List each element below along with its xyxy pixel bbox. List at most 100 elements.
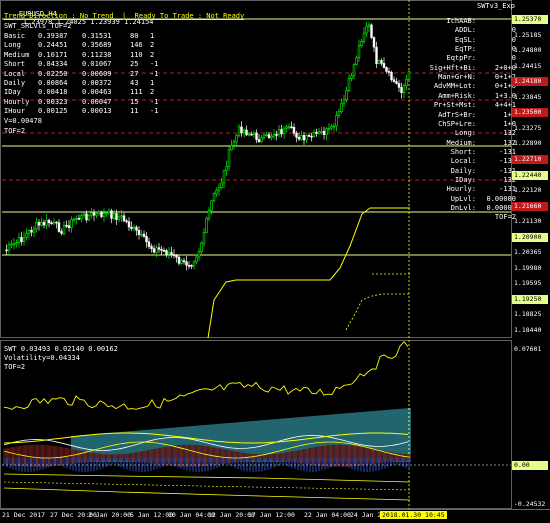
stats-cell-c: 111 — [130, 88, 143, 97]
panel-value: -131 — [499, 157, 516, 166]
candle-body — [257, 139, 261, 142]
price-label: 1.22440 — [512, 170, 548, 180]
candle-body — [235, 134, 238, 143]
stats-cell-b: 0.35689 — [82, 41, 112, 50]
price-label: 1.23500 — [512, 108, 548, 118]
stats-cell-d: -1 — [150, 69, 159, 78]
stats-cell-a: 0.00864 — [38, 79, 68, 87]
candle-body — [227, 149, 231, 168]
candle-body — [240, 126, 243, 134]
candle-body — [340, 102, 343, 113]
stats-cell-d: -1 — [150, 60, 159, 69]
panel-label — [400, 213, 476, 222]
candle-body — [285, 126, 288, 129]
candle-body — [165, 250, 168, 255]
panel-value: 1+0 — [503, 110, 516, 119]
candle-body — [105, 212, 108, 215]
time-label: 5 Jan 12:00 — [130, 511, 174, 519]
candle-body — [197, 251, 201, 258]
candle-body — [300, 135, 303, 140]
panel-value: 0.00000 — [486, 204, 516, 212]
candle-body — [325, 128, 328, 135]
volatility-label: Volatility=0.04334 — [4, 354, 80, 362]
candle-body — [200, 242, 203, 253]
candle-body — [210, 200, 213, 211]
panel-value: 0 — [511, 54, 516, 63]
indicator-title: SWT_SRLvls_TOF=2 — [4, 22, 72, 30]
candle-body — [162, 250, 166, 252]
stats-cell-d: 2 — [150, 88, 155, 97]
candle-body — [367, 24, 371, 27]
candle-body — [22, 236, 26, 243]
candle-body — [42, 222, 46, 226]
stats-cell-b: 0.11238 — [82, 50, 112, 59]
price-label: 1.19250 — [512, 294, 548, 304]
time-label: 21 Dec 2017 — [2, 511, 46, 519]
candle-body — [282, 127, 286, 135]
stats-cell-c: 43 — [130, 79, 139, 87]
candle-body — [190, 265, 193, 267]
candle-body — [305, 135, 308, 141]
stats-cell-c: 11 — [130, 107, 139, 116]
candle-body — [262, 134, 266, 139]
candle-body — [260, 137, 263, 142]
candle-body — [362, 32, 366, 42]
stats-cell-c: 25 — [130, 60, 139, 69]
candle-body — [347, 78, 351, 91]
candle-body — [330, 125, 333, 129]
candle-body — [160, 248, 163, 251]
candle-body — [147, 241, 151, 247]
candle-body — [100, 211, 103, 217]
candle-body — [355, 57, 358, 65]
stats-cell-b: 0.00609 — [82, 69, 112, 78]
indicator-line — [207, 207, 410, 339]
candle-body — [252, 132, 256, 135]
candle-body — [220, 182, 223, 188]
panel-label: ChSP+Lre: — [438, 119, 476, 128]
subwindow-axis-label: -0.24532 — [514, 500, 546, 508]
stats-cell-label: Basic — [4, 32, 26, 40]
panel-value: 4+4+1 — [494, 101, 516, 110]
price-label: 1.22710 — [512, 154, 548, 164]
candle-body — [247, 133, 251, 136]
price-label: 1.23845 — [514, 92, 542, 101]
candle-body — [290, 126, 293, 129]
candle-body — [182, 260, 186, 263]
stats-cell-d: 2 — [150, 41, 155, 50]
candle-body — [215, 189, 218, 195]
candle-body — [372, 37, 376, 48]
price-label: 1.21660 — [512, 201, 548, 211]
stats-cell-b: 0.31531 — [82, 32, 112, 40]
candle-body — [382, 63, 386, 68]
price-label: 1.19980 — [514, 263, 542, 272]
subwindow-axis-label: 0.00 — [512, 461, 548, 470]
panel-label: EqtpPr: — [446, 54, 476, 63]
candle-body — [307, 135, 311, 137]
panel-value: -131 — [499, 185, 516, 194]
panel-label: EqTP: — [454, 45, 476, 54]
panel-value: 0+1+2 — [494, 73, 516, 82]
candle-body — [87, 214, 91, 221]
candle-body — [385, 67, 388, 72]
candle-body — [75, 218, 78, 220]
stats-cell-label: Hourly — [4, 97, 30, 106]
panel-value: 0 — [511, 35, 516, 44]
candle-body — [95, 213, 98, 216]
candle-body — [242, 129, 246, 134]
candle-body — [30, 230, 33, 233]
panel-label: IchAAB: — [446, 17, 476, 25]
candle-body — [10, 243, 13, 246]
candle-body — [82, 213, 86, 216]
v-value: V=0.00478 — [4, 117, 42, 125]
candle-body — [67, 225, 71, 228]
panel-label: Amm+Risk: — [438, 91, 476, 100]
stats-cell-c: 146 — [130, 41, 143, 50]
candle-body — [170, 252, 173, 255]
candle-body — [392, 79, 396, 82]
chart-window[interactable]: EURUSD,H4 1.23978 1.24025 1.23939 1.2415… — [0, 0, 550, 523]
panel-value: 0+1+0 — [494, 82, 516, 91]
candle-body — [320, 131, 323, 133]
panel-value: -131 — [499, 166, 516, 175]
stats-cell-a: 0.00323 — [38, 97, 68, 106]
indicator-dotted-line — [345, 293, 410, 331]
